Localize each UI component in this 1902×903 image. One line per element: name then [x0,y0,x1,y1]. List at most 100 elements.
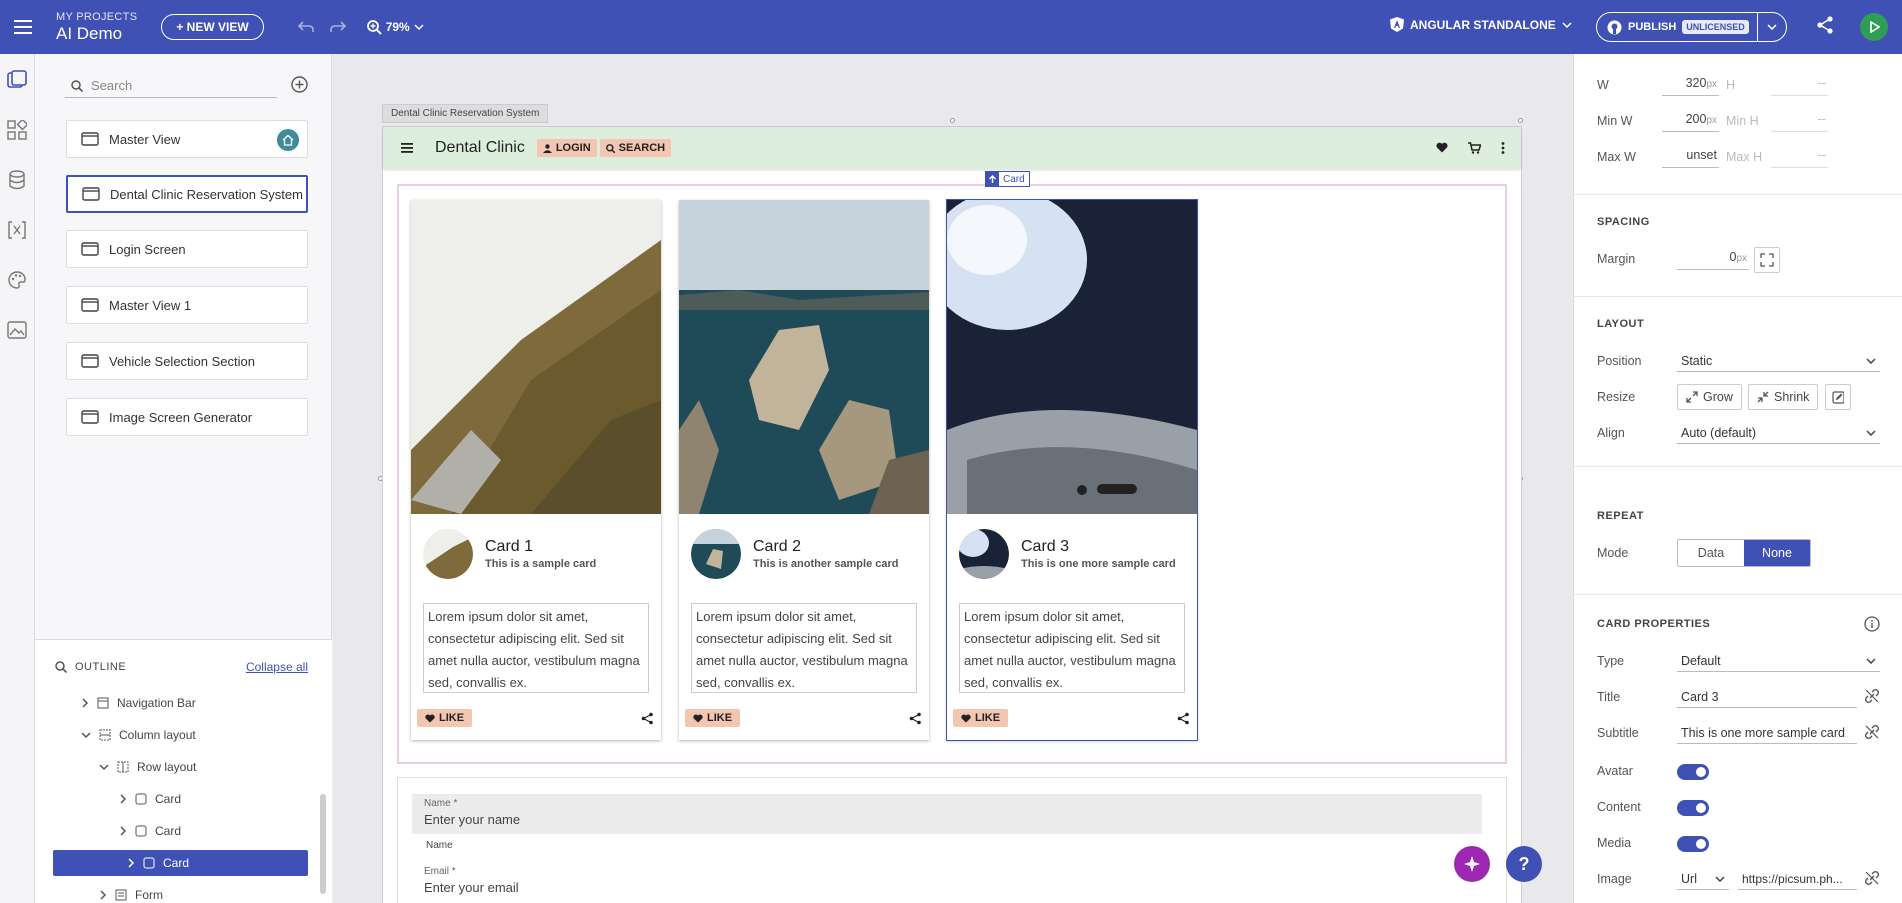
tree-item-navigation-bar[interactable]: Navigation Bar [81,690,196,716]
collapse-all-link[interactable]: Collapse all [246,660,308,674]
media-toggle[interactable] [1677,836,1709,852]
image-url-value: https://picsum.ph... [1742,871,1843,886]
cart-icon[interactable] [1468,142,1481,154]
avatar-toggle[interactable] [1677,764,1709,780]
card-image [927,190,1197,514]
framework-select[interactable]: ANGULAR STANDALONE [1390,17,1572,32]
search-button[interactable]: SEARCH [599,139,672,157]
heart-icon [961,713,971,722]
menu-icon[interactable] [0,0,46,54]
margin-input[interactable]: 0px [1677,250,1749,270]
unit: px [1736,253,1747,264]
min-width-input[interactable]: 200px [1662,112,1719,132]
card-content: Lorem ipsum dolor sit amet, consectetur … [423,603,649,693]
mode-none-option[interactable]: None [1744,540,1810,566]
home-icon[interactable] [277,129,299,151]
redo-icon[interactable] [322,11,354,43]
email-field[interactable]: Email * Enter your email [412,862,1482,899]
heart-icon[interactable] [1436,142,1448,153]
shrink-button[interactable]: Shrink [1748,384,1819,410]
views-icon[interactable] [7,70,27,90]
info-icon[interactable] [1864,616,1880,635]
share-icon[interactable] [1816,15,1834,38]
data-bind-icon[interactable] [1864,688,1880,704]
tree-item-column-layout[interactable]: Column layout [81,722,196,748]
subtitle-input[interactable]: This is one more sample card [1677,722,1857,744]
zoom-control[interactable]: 79% [366,19,424,35]
card[interactable]: Card 1 This is a sample card Lorem ipsum… [411,200,661,740]
margin-expand-icon[interactable] [1754,247,1780,273]
design-canvas[interactable]: Dental Clinic Reservation System Dental … [333,54,1573,903]
view-item-dental-clinic[interactable]: Dental Clinic Reservation System [66,175,308,213]
tree-item-row-layout[interactable]: Row layout [99,754,196,780]
width-input[interactable]: 320px [1662,76,1719,96]
search-icon [55,661,67,673]
like-button[interactable]: LIKE [953,709,1009,727]
components-icon[interactable] [7,118,29,140]
image-source-select[interactable]: Url [1677,868,1729,890]
row-layout[interactable]: Card Card 1 This is a sample card Lorem … [397,171,1507,764]
divider [1574,194,1902,195]
project-info[interactable]: MY PROJECTS AI Demo [56,11,137,43]
height-input[interactable]: -- [1771,76,1828,96]
publish-dropdown[interactable] [1758,24,1786,30]
edit-icon[interactable] [1825,384,1851,410]
min-height-input[interactable]: -- [1771,112,1828,132]
more-vert-icon[interactable] [1501,142,1505,154]
name-field[interactable]: Name * Enter your name [412,794,1482,834]
type-select[interactable]: Default [1677,650,1880,672]
min-width-value: 200 [1685,112,1707,126]
undo-icon[interactable] [290,11,322,43]
left-rail [0,54,35,903]
tree-item-card-2[interactable]: Card [119,818,181,844]
theme-icon[interactable] [7,270,27,290]
share-icon[interactable] [641,712,653,725]
mode-data-option[interactable]: Data [1678,540,1744,566]
content-toggle[interactable] [1677,800,1709,816]
tree-item-card-3[interactable]: Card [53,850,308,876]
max-width-input[interactable]: unset [1662,148,1719,168]
help-button[interactable]: ? [1506,846,1542,882]
data-bind-icon[interactable] [1864,724,1880,740]
unit: px [1706,79,1717,90]
image-url-input[interactable]: https://picsum.ph... [1738,868,1857,890]
view-item-login-screen[interactable]: Login Screen [66,230,308,268]
ai-assistant-button[interactable] [1454,846,1490,882]
card[interactable]: Card 2 This is another sample card Lorem… [679,200,929,740]
variables-icon[interactable] [7,220,27,240]
align-select[interactable]: Auto (default) [1677,422,1880,444]
resize-handle[interactable] [1518,118,1523,123]
view-item-master-view[interactable]: Master View [66,120,308,158]
data-sources-icon[interactable] [7,170,27,190]
share-icon[interactable] [909,712,921,725]
like-button[interactable]: LIKE [685,709,741,727]
assets-icon[interactable] [7,320,27,340]
tree-item-form[interactable]: Form [99,882,163,903]
like-button[interactable]: LIKE [417,709,473,727]
outline-scrollbar[interactable] [320,794,326,894]
view-label: Login Screen [109,241,186,257]
data-bind-icon[interactable] [1864,870,1880,886]
resize-handle[interactable] [950,118,955,123]
search-input[interactable]: Search [65,74,277,98]
view-item-image-screen-generator[interactable]: Image Screen Generator [66,398,308,436]
project-name: AI Demo [56,23,123,43]
view-item-vehicle-selection[interactable]: Vehicle Selection Section [66,342,308,380]
card-selected[interactable]: Card 3 This is one more sample card Lore… [927,190,1198,741]
tree-item-card-1[interactable]: Card [119,786,181,812]
menu-icon[interactable] [401,143,413,153]
grow-button[interactable]: Grow [1677,384,1742,410]
view-item-master-view-1[interactable]: Master View 1 [66,286,308,324]
run-button[interactable] [1860,13,1888,41]
max-w-label: Max W [1597,150,1636,164]
new-view-button[interactable]: + NEW VIEW [161,14,264,40]
position-label: Position [1597,354,1642,368]
frame-label: Dental Clinic Reservation System [382,104,549,123]
login-button[interactable]: LOGIN [536,139,597,157]
add-view-icon[interactable] [291,76,308,96]
title-input[interactable]: Card 3 [1677,686,1857,708]
position-select[interactable]: Static [1677,350,1880,372]
share-icon[interactable] [1177,712,1189,725]
publish-button[interactable]: PUBLISH UNLICENSED [1597,13,1758,41]
max-height-input[interactable]: -- [1771,148,1828,168]
